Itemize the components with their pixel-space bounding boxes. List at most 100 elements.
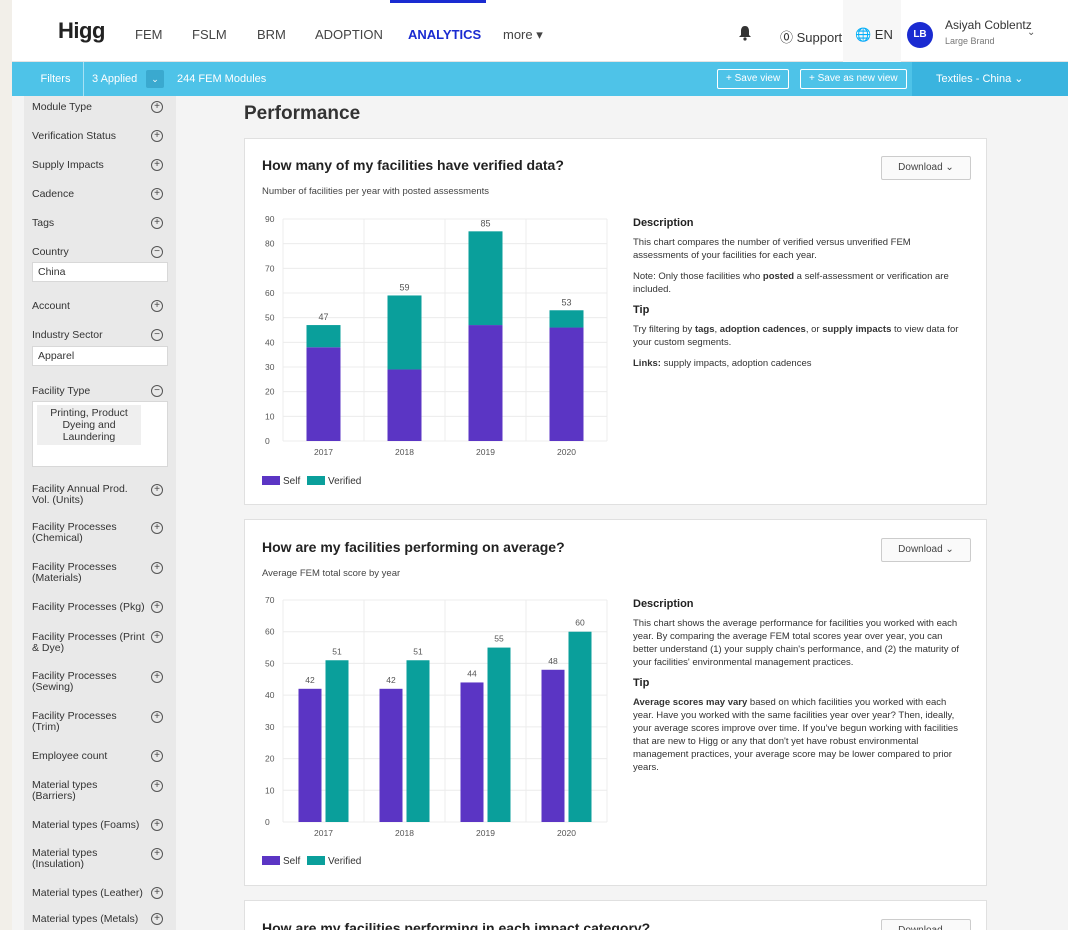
filter-material-leather[interactable]: Material types (Leather) — [32, 888, 152, 899]
y-tick-label: 60 — [265, 288, 275, 298]
filter-material-metals[interactable]: Material types (Metals) — [32, 914, 150, 925]
plus-circle-icon[interactable]: + — [151, 887, 163, 899]
filter-verification-status[interactable]: Verification Status — [32, 131, 136, 142]
nav-link-adoption[interactable]: ADOPTION — [315, 27, 383, 42]
chart-description: Description This chart shows the average… — [633, 598, 963, 782]
y-tick-label: 50 — [265, 313, 275, 323]
bar-verified — [325, 660, 349, 822]
filter-processes-materials[interactable]: Facility Processes (Materials) — [32, 562, 136, 584]
higg-logo[interactable]: Higg — [58, 18, 105, 44]
legend-swatch-self — [262, 476, 280, 485]
filter-account[interactable]: Account — [32, 301, 136, 312]
data-label: 51 — [332, 646, 342, 656]
bar-self — [549, 327, 584, 441]
verified-data-card: How many of my facilities have verified … — [244, 138, 987, 505]
plus-circle-icon[interactable]: + — [151, 711, 163, 723]
country-value-field[interactable]: China — [32, 262, 168, 282]
filter-annual-prod-vol[interactable]: Facility Annual Prod. Vol. (Units) — [32, 484, 136, 506]
filter-processes-sewing[interactable]: Facility Processes (Sewing) — [32, 671, 136, 693]
plus-circle-icon[interactable]: + — [151, 671, 163, 683]
nav-link-fem[interactable]: FEM — [135, 27, 162, 42]
plus-circle-icon[interactable]: + — [151, 780, 163, 792]
legend-label-self: Self — [283, 476, 301, 487]
filter-module-type[interactable]: Module Type — [32, 102, 136, 113]
user-role: Large Brand — [945, 36, 995, 46]
plus-circle-icon[interactable]: + — [151, 522, 163, 534]
data-label: 53 — [561, 297, 571, 307]
filter-industry-sector[interactable]: Industry Sector — [32, 330, 136, 341]
facility-type-tag[interactable]: Printing, Product Dyeing and Laundering — [37, 405, 141, 445]
data-label: 85 — [480, 218, 490, 228]
filter-country[interactable]: Country — [32, 247, 136, 258]
y-tick-label: 90 — [265, 214, 275, 224]
plus-circle-icon[interactable]: + — [151, 913, 163, 925]
save-as-new-view-button[interactable]: + Save as new view — [800, 69, 907, 89]
filters-applied-count[interactable]: 3 Applied — [92, 73, 137, 85]
active-tab-indicator — [390, 0, 486, 3]
filter-processes-trim[interactable]: Facility Processes (Trim) — [32, 711, 136, 733]
plus-circle-icon[interactable]: + — [151, 217, 163, 229]
filter-processes-pkg[interactable]: Facility Processes (Pkg) — [32, 602, 152, 613]
filter-facility-type[interactable]: Facility Type — [32, 386, 136, 397]
plus-circle-icon[interactable]: + — [151, 130, 163, 142]
card-title: How are my facilities performing in each… — [262, 920, 651, 930]
y-tick-label: 60 — [265, 627, 275, 637]
facility-type-value-field[interactable]: Printing, Product Dyeing and Laundering — [32, 401, 168, 467]
verified-data-chart: 0 10 20 30 40 50 60 70 80 90 2017 47 2018 59 2019 85 202… — [265, 214, 608, 457]
minus-circle-icon[interactable]: − — [151, 385, 163, 397]
plus-circle-icon[interactable]: + — [151, 300, 163, 312]
plus-circle-icon[interactable]: + — [151, 159, 163, 171]
download-button[interactable]: Download ⌄ — [881, 156, 971, 180]
view-selector-dropdown[interactable]: Textiles - China ⌄ — [912, 62, 1068, 96]
nav-link-analytics[interactable]: ANALYTICS — [408, 27, 481, 42]
chevron-down-icon[interactable]: ⌄ — [1027, 27, 1035, 38]
filter-supply-impacts[interactable]: Supply Impacts — [32, 160, 136, 171]
plus-circle-icon[interactable]: + — [151, 188, 163, 200]
filter-material-foams[interactable]: Material types (Foams) — [32, 820, 150, 831]
impact-category-card: How are my facilities performing in each… — [244, 900, 987, 930]
bar-verified — [387, 295, 422, 370]
x-tick-label: 2017 — [314, 828, 333, 838]
plus-circle-icon[interactable]: + — [151, 631, 163, 643]
filter-processes-print-dye[interactable]: Facility Processes (Print & Dye) — [32, 632, 150, 654]
plus-circle-icon[interactable]: + — [151, 601, 163, 613]
industry-sector-value-field[interactable]: Apparel — [32, 346, 168, 366]
filter-employee-count[interactable]: Employee count — [32, 751, 136, 762]
plus-circle-icon[interactable]: + — [151, 819, 163, 831]
filters-label[interactable]: Filters — [28, 62, 84, 96]
tip-text: Try filtering by tags, adoption cadences… — [633, 324, 959, 348]
filter-processes-chemical[interactable]: Facility Processes (Chemical) — [32, 522, 136, 544]
filter-material-barriers[interactable]: Material types (Barriers) — [32, 780, 136, 802]
language-selector[interactable]: 🌐 EN — [855, 27, 893, 43]
support-link[interactable]: ⓪ Support — [780, 27, 842, 46]
links-text[interactable]: Links: supply impacts, adoption cadences — [633, 357, 963, 370]
filters-expand-chevron-icon[interactable]: ⌄ — [146, 70, 164, 88]
x-tick-label: 2019 — [476, 447, 495, 457]
filter-material-insulation[interactable]: Material types (Insulation) — [32, 848, 136, 870]
user-avatar[interactable]: LB — [907, 22, 933, 48]
legend-label-verified: Verified — [328, 856, 362, 867]
nav-more-dropdown[interactable]: more ▾ — [503, 27, 543, 43]
plus-circle-icon[interactable]: + — [151, 750, 163, 762]
plus-circle-icon[interactable]: + — [151, 562, 163, 574]
legend-label-verified: Verified — [328, 476, 362, 487]
user-name[interactable]: Asiyah Coblentz — [945, 18, 1032, 32]
download-button[interactable]: Download ⌄ — [881, 919, 971, 930]
filter-tags[interactable]: Tags — [32, 218, 136, 229]
y-tick-label: 30 — [265, 722, 275, 732]
nav-link-brm[interactable]: BRM — [257, 27, 286, 42]
minus-circle-icon[interactable]: − — [151, 329, 163, 341]
notification-bell-icon[interactable] — [738, 25, 752, 41]
bar-verified — [306, 325, 341, 348]
nav-link-fslm[interactable]: FSLM — [192, 27, 227, 42]
filter-bar: Filters 3 Applied ⌄ 244 FEM Modules + Sa… — [12, 62, 1068, 96]
save-view-button[interactable]: + Save view — [717, 69, 790, 89]
plus-circle-icon[interactable]: + — [151, 484, 163, 496]
plus-circle-icon[interactable]: + — [151, 848, 163, 860]
plus-circle-icon[interactable]: + — [151, 101, 163, 113]
app-window: Higg FEM FSLM BRM ADOPTION ANALYTICS mor… — [12, 0, 1068, 930]
download-button[interactable]: Download ⌄ — [881, 538, 971, 562]
top-navigation: Higg FEM FSLM BRM ADOPTION ANALYTICS mor… — [12, 0, 1068, 62]
minus-circle-icon[interactable]: − — [151, 246, 163, 258]
filter-cadence[interactable]: Cadence — [32, 189, 136, 200]
